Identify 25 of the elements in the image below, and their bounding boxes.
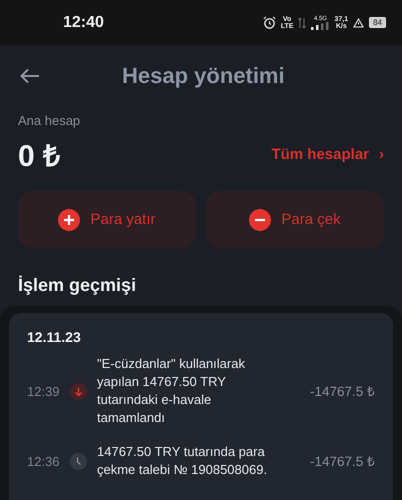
transaction-time: 12:36 <box>27 454 61 468</box>
withdraw-button[interactable]: Para çek <box>206 191 384 248</box>
back-arrow-icon <box>20 68 40 84</box>
transaction-description: 14767.50 TRY tutarında para çekme talebi № 1908508069. <box>97 443 268 479</box>
clock-time: 12:40 <box>63 14 104 32</box>
battery-level: 84 <box>369 17 386 28</box>
transaction-time: 12:39 <box>27 384 61 398</box>
alarm-icon <box>262 16 276 29</box>
transaction-amount: -14767.5 ₺ <box>310 453 375 470</box>
signal-icon <box>311 22 330 30</box>
page-title: Hesap yönetimi <box>122 63 285 89</box>
back-button[interactable] <box>18 66 42 86</box>
transaction-amount: -14767.5 ₺ <box>310 383 375 400</box>
clock-icon <box>70 452 87 470</box>
date-heading: 12.11.23 <box>27 329 82 345</box>
warning-icon <box>353 18 364 28</box>
transaction-description: "E-cüzdanlar" kullanılarak yapılan 14767.50 TRY tutarındaki e-havale tamamlandı <box>97 355 246 427</box>
minus-icon <box>249 208 272 230</box>
all-accounts-link[interactable]: Tüm hesaplar › <box>271 146 384 163</box>
balance-amount: 0 ₺ <box>18 139 60 175</box>
data-arrows-icon <box>298 16 306 28</box>
deposit-button[interactable]: Para yatır <box>18 191 196 248</box>
plus-icon <box>58 208 80 230</box>
account-label: Ana hesap <box>18 113 82 128</box>
section-title: İşlem geçmişi <box>18 275 138 296</box>
